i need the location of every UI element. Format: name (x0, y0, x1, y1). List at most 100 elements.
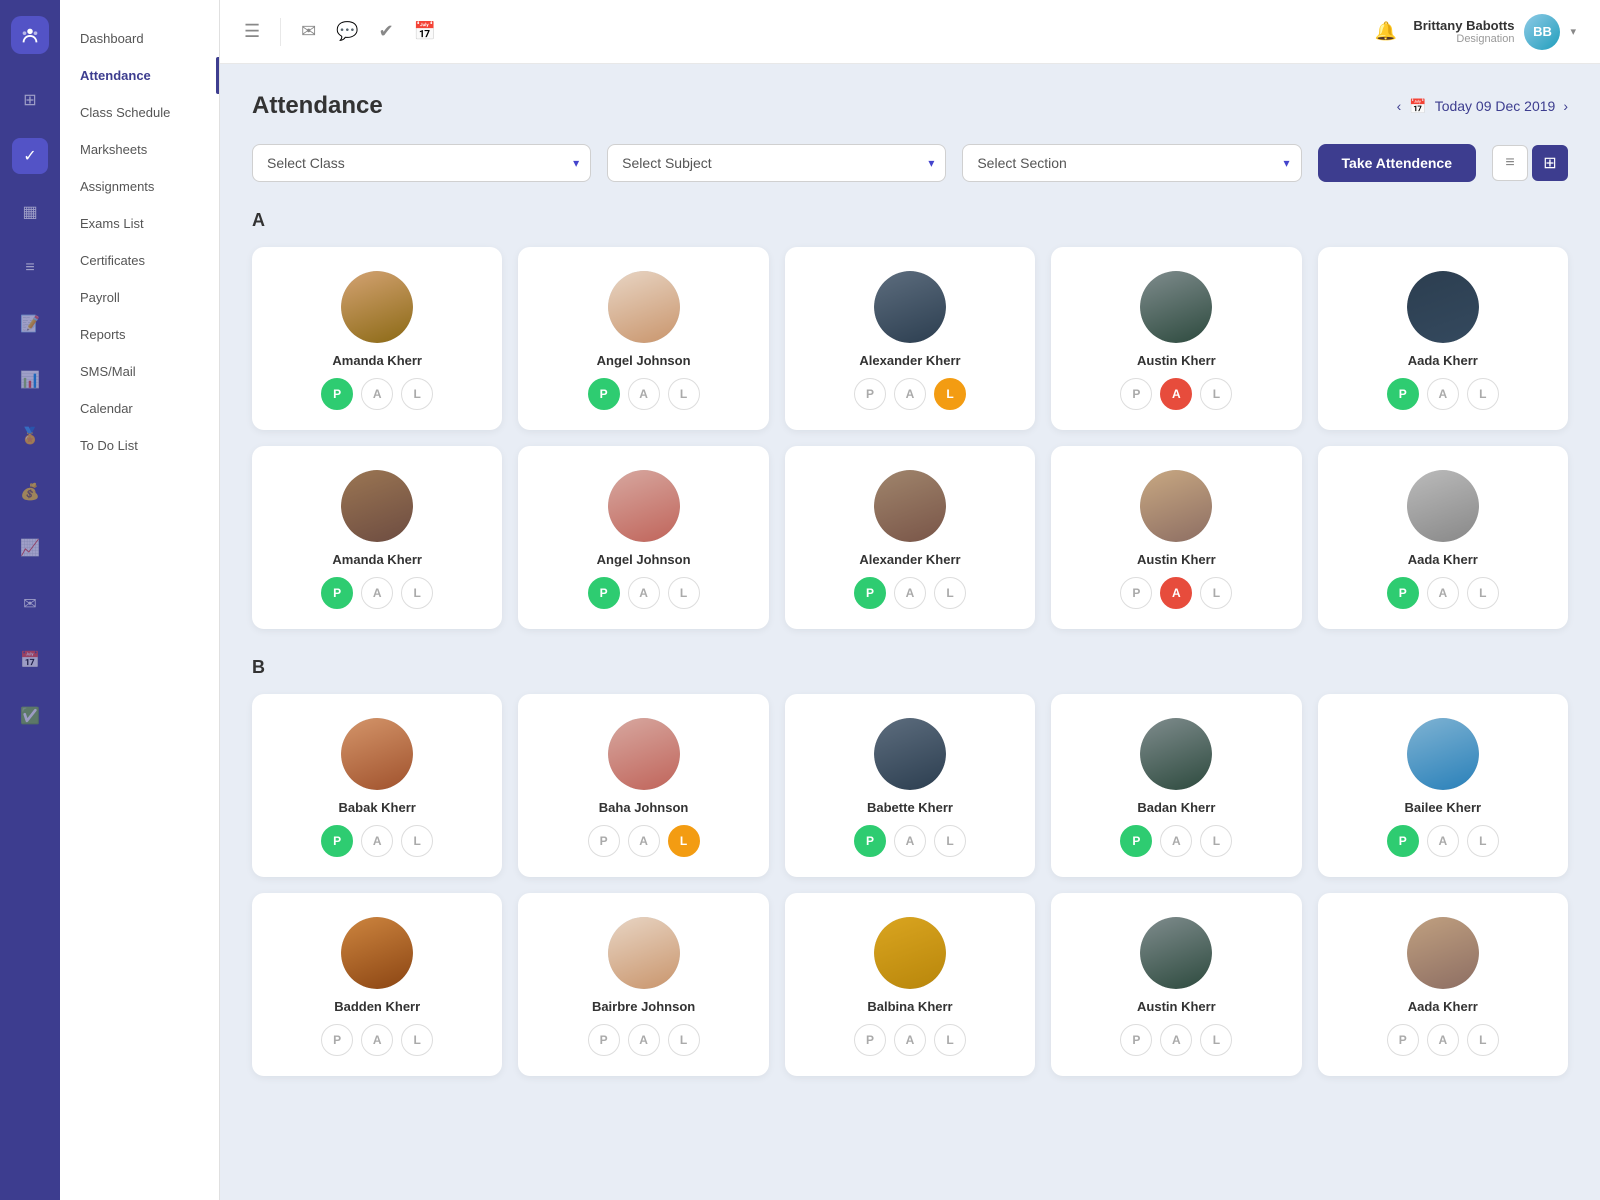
sidebar-calendar-icon[interactable]: 📅 (12, 642, 48, 678)
sidebar-attendance-icon[interactable]: ✓ (12, 138, 48, 174)
sidebar-item-dashboard[interactable]: Dashboard (60, 20, 219, 57)
present-button[interactable]: P (1120, 378, 1152, 410)
late-button[interactable]: L (668, 825, 700, 857)
present-button[interactable]: P (1387, 577, 1419, 609)
present-button[interactable]: P (321, 577, 353, 609)
sidebar-item-marksheets[interactable]: Marksheets (60, 131, 219, 168)
absent-button[interactable]: A (628, 577, 660, 609)
present-button[interactable]: P (854, 1024, 886, 1056)
sidebar-item-sms-mail[interactable]: SMS/Mail (60, 353, 219, 390)
late-button[interactable]: L (1200, 825, 1232, 857)
sidebar-item-attendance[interactable]: Attendance (60, 57, 219, 94)
sidebar-item-class-schedule[interactable]: Class Schedule (60, 94, 219, 131)
sidebar-payroll-icon[interactable]: 💰 (12, 474, 48, 510)
sidebar-schedule-icon[interactable]: ▦ (12, 194, 48, 230)
present-button[interactable]: P (1387, 378, 1419, 410)
mail-icon[interactable]: ✉ (301, 21, 316, 42)
present-button[interactable]: P (321, 378, 353, 410)
present-button[interactable]: P (854, 825, 886, 857)
late-button[interactable]: L (1467, 378, 1499, 410)
present-button[interactable]: P (854, 577, 886, 609)
present-button[interactable]: P (854, 378, 886, 410)
late-button[interactable]: L (1467, 1024, 1499, 1056)
section-select[interactable]: Select Section (962, 144, 1301, 182)
absent-button[interactable]: A (628, 1024, 660, 1056)
sidebar-item-calendar[interactable]: Calendar (60, 390, 219, 427)
present-button[interactable]: P (588, 825, 620, 857)
absent-button[interactable]: A (1160, 378, 1192, 410)
sidebar-item-exams-list[interactable]: Exams List (60, 205, 219, 242)
check-icon[interactable]: ✔ (379, 21, 394, 42)
late-button[interactable]: L (401, 825, 433, 857)
absent-button[interactable]: A (1427, 1024, 1459, 1056)
late-button[interactable]: L (668, 1024, 700, 1056)
present-button[interactable]: P (1120, 577, 1152, 609)
late-button[interactable]: L (1200, 378, 1232, 410)
absent-button[interactable]: A (1160, 825, 1192, 857)
late-button[interactable]: L (401, 1024, 433, 1056)
grid-view-button[interactable]: ⊞ (1532, 145, 1568, 181)
absent-button[interactable]: A (1160, 1024, 1192, 1056)
absent-button[interactable]: A (1427, 378, 1459, 410)
sidebar-certificate-icon[interactable]: 🏅 (12, 418, 48, 454)
sidebar-todo-icon[interactable]: ✅ (12, 698, 48, 734)
present-button[interactable]: P (321, 825, 353, 857)
late-button[interactable]: L (934, 1024, 966, 1056)
late-button[interactable]: L (401, 577, 433, 609)
date-prev-arrow[interactable]: ‹ (1397, 98, 1402, 114)
take-attendance-button[interactable]: Take Attendence (1318, 144, 1476, 182)
late-button[interactable]: L (401, 378, 433, 410)
date-next-arrow[interactable]: › (1563, 98, 1568, 114)
sidebar-sms-icon[interactable]: ✉ (12, 586, 48, 622)
absent-button[interactable]: A (361, 577, 393, 609)
absent-button[interactable]: A (361, 1024, 393, 1056)
absent-button[interactable]: A (628, 378, 660, 410)
bell-icon[interactable]: 🔔 (1375, 21, 1397, 42)
sidebar-item-todo[interactable]: To Do List (60, 427, 219, 464)
sidebar-item-reports[interactable]: Reports (60, 316, 219, 353)
present-button[interactable]: P (1387, 825, 1419, 857)
present-button[interactable]: P (588, 1024, 620, 1056)
late-button[interactable]: L (1200, 1024, 1232, 1056)
sidebar-report-icon[interactable]: 📈 (12, 530, 48, 566)
late-button[interactable]: L (1467, 825, 1499, 857)
present-button[interactable]: P (1120, 825, 1152, 857)
late-button[interactable]: L (1467, 577, 1499, 609)
present-button[interactable]: P (588, 577, 620, 609)
user-dropdown-arrow[interactable]: ▾ (1570, 25, 1576, 38)
sidebar-exam-icon[interactable]: 📊 (12, 362, 48, 398)
present-button[interactable]: P (1120, 1024, 1152, 1056)
class-select[interactable]: Select Class (252, 144, 591, 182)
menu-icon[interactable]: ☰ (244, 21, 260, 42)
late-button[interactable]: L (1200, 577, 1232, 609)
sidebar-item-payroll[interactable]: Payroll (60, 279, 219, 316)
sidebar-dashboard-icon[interactable]: ⊞ (12, 82, 48, 118)
chat-icon[interactable]: 💬 (336, 21, 358, 42)
late-button[interactable]: L (934, 577, 966, 609)
late-button[interactable]: L (668, 577, 700, 609)
sidebar-item-assignments[interactable]: Assignments (60, 168, 219, 205)
absent-button[interactable]: A (894, 577, 926, 609)
absent-button[interactable]: A (1427, 825, 1459, 857)
subject-select[interactable]: Select Subject (607, 144, 946, 182)
late-button[interactable]: L (934, 378, 966, 410)
calendar-topbar-icon[interactable]: 📅 (414, 21, 436, 42)
absent-button[interactable]: A (361, 378, 393, 410)
sidebar-marksheet-icon[interactable]: ≡ (12, 250, 48, 286)
absent-button[interactable]: A (894, 825, 926, 857)
absent-button[interactable]: A (1427, 577, 1459, 609)
sidebar-assignment-icon[interactable]: 📝 (12, 306, 48, 342)
present-button[interactable]: P (321, 1024, 353, 1056)
absent-button[interactable]: A (1160, 577, 1192, 609)
sidebar-item-certificates[interactable]: Certificates (60, 242, 219, 279)
list-view-button[interactable]: ≡ (1492, 145, 1528, 181)
absent-button[interactable]: A (628, 825, 660, 857)
absent-button[interactable]: A (361, 825, 393, 857)
absent-button[interactable]: A (894, 378, 926, 410)
attendance-buttons: P A L (321, 1024, 433, 1056)
late-button[interactable]: L (934, 825, 966, 857)
present-button[interactable]: P (588, 378, 620, 410)
absent-button[interactable]: A (894, 1024, 926, 1056)
late-button[interactable]: L (668, 378, 700, 410)
present-button[interactable]: P (1387, 1024, 1419, 1056)
